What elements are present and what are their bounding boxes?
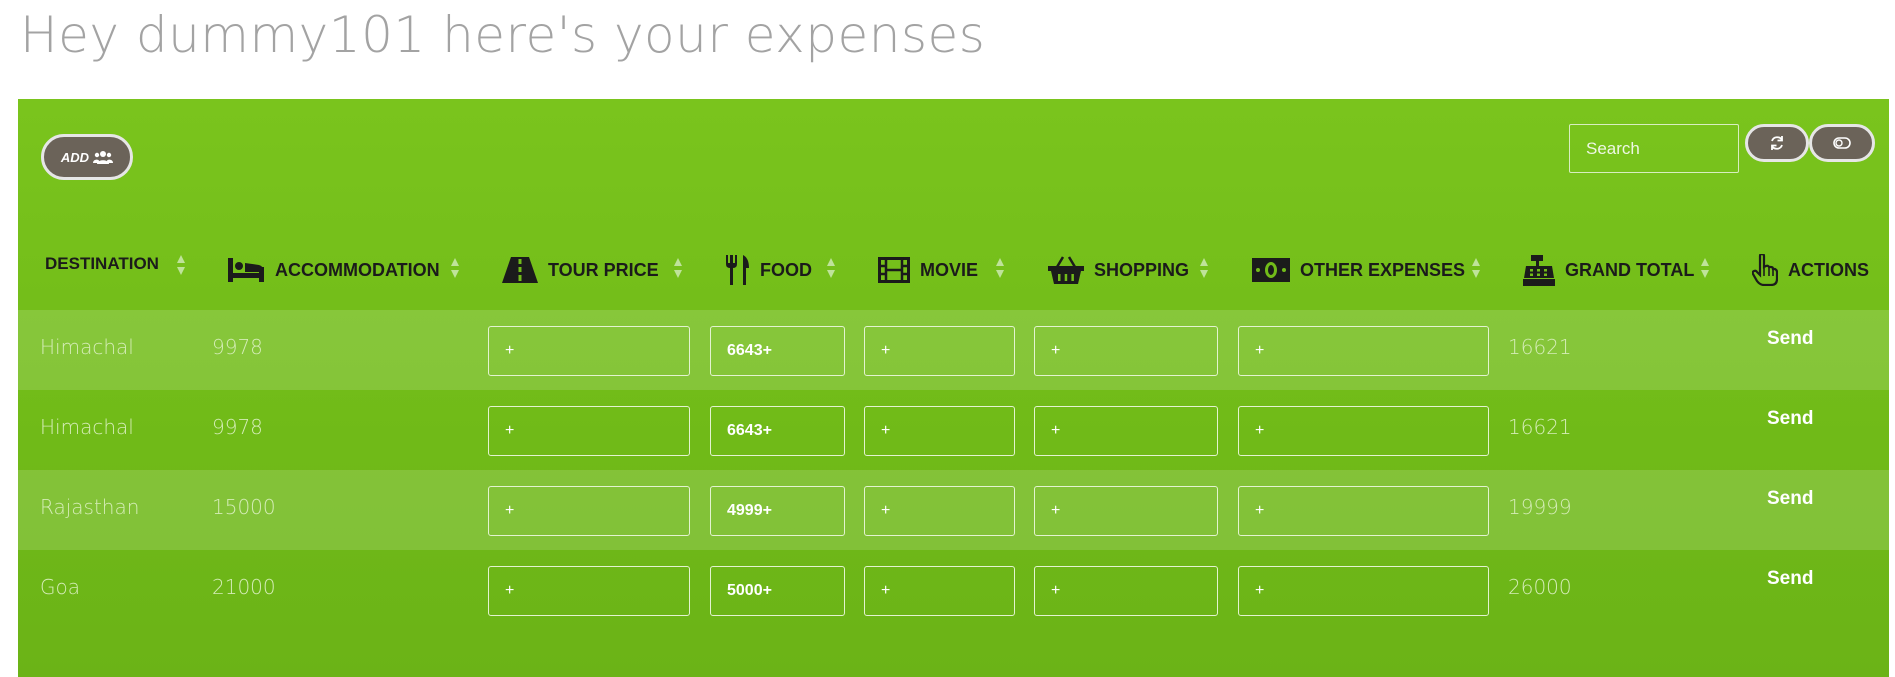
tour-price-input[interactable]: +: [488, 326, 690, 376]
column-header-label: ACCOMMODATION: [275, 259, 440, 280]
column-header-label: OTHER EXPENSES: [1300, 259, 1466, 280]
movie-input[interactable]: +: [864, 486, 1015, 536]
sort-icon[interactable]: [1700, 257, 1710, 279]
food-input[interactable]: 6643+: [710, 326, 845, 376]
cell-destination: Himachal: [40, 415, 134, 439]
column-header-label: ACTIONS: [1788, 259, 1869, 280]
other-expenses-input[interactable]: +: [1238, 486, 1489, 536]
toggle-icon: [1833, 137, 1851, 149]
shopping-input[interactable]: +: [1034, 326, 1218, 376]
refresh-button[interactable]: [1745, 124, 1809, 162]
table-row: Himachal 9978 + 6643+ + + + 16621 Send: [18, 390, 1889, 470]
food-input[interactable]: 4999+: [710, 486, 845, 536]
send-button[interactable]: Send: [1767, 488, 1813, 510]
add-button[interactable]: ADD: [41, 134, 133, 180]
cell-destination: Himachal: [40, 335, 134, 359]
add-button-label: ADD: [60, 149, 90, 165]
users-icon: [93, 151, 114, 164]
cell-destination: Goa: [40, 575, 80, 599]
column-header-movie[interactable]: MOVIE: [878, 249, 978, 291]
cutlery-icon: [726, 255, 749, 285]
column-header-food[interactable]: FOOD: [724, 249, 812, 291]
column-header-label: SHOPPING: [1094, 259, 1190, 280]
table-row: Himachal 9978 + 6643+ + + + 16621 Send: [18, 310, 1889, 390]
toggle-button[interactable]: [1809, 124, 1875, 162]
food-input[interactable]: 5000+: [710, 566, 845, 616]
other-expenses-input[interactable]: +: [1238, 326, 1489, 376]
sort-icon[interactable]: [826, 257, 836, 279]
sort-icon[interactable]: [1471, 257, 1481, 279]
film-icon: [878, 257, 910, 283]
cash-register-icon: [1523, 255, 1555, 286]
cell-grand-total: 16621: [1508, 335, 1572, 359]
cell-accommodation: 21000: [212, 575, 276, 599]
road-icon: [502, 257, 538, 283]
money-icon: [1252, 258, 1290, 282]
movie-input[interactable]: +: [864, 566, 1015, 616]
cell-grand-total: 16621: [1508, 415, 1572, 439]
shopping-input[interactable]: +: [1034, 486, 1218, 536]
send-button[interactable]: Send: [1767, 328, 1813, 350]
sort-icon[interactable]: [176, 254, 186, 276]
other-expenses-input[interactable]: +: [1238, 406, 1489, 456]
movie-input[interactable]: +: [864, 326, 1015, 376]
movie-input[interactable]: +: [864, 406, 1015, 456]
bed-icon: [228, 258, 264, 282]
search-input[interactable]: [1569, 124, 1739, 173]
column-header-label: DESTINATION: [45, 254, 159, 273]
page-title: Hey dummy101 here's your expenses: [20, 6, 986, 64]
column-header-label: FOOD: [760, 259, 812, 280]
column-header-label: TOUR PRICE: [548, 259, 659, 280]
tour-price-input[interactable]: +: [488, 406, 690, 456]
basket-icon: [1048, 256, 1084, 284]
shopping-input[interactable]: +: [1034, 406, 1218, 456]
expenses-panel: ADD DESTINATION ACCOMMODATION: [18, 99, 1889, 677]
hand-pointer-icon: [1752, 254, 1778, 286]
cell-grand-total: 26000: [1508, 575, 1572, 599]
cell-destination: Rajasthan: [40, 495, 140, 519]
sort-icon[interactable]: [673, 257, 683, 279]
cell-accommodation: 15000: [212, 495, 276, 519]
sort-icon[interactable]: [450, 257, 460, 279]
sort-icon[interactable]: [995, 257, 1005, 279]
food-input[interactable]: 6643+: [710, 406, 845, 456]
column-header-label: GRAND TOTAL: [1565, 259, 1695, 280]
send-button[interactable]: Send: [1767, 568, 1813, 590]
shopping-input[interactable]: +: [1034, 566, 1218, 616]
send-button[interactable]: Send: [1767, 408, 1813, 430]
column-header-accommodation[interactable]: ACCOMMODATION: [227, 249, 440, 291]
column-header-shopping[interactable]: SHOPPING: [1048, 249, 1189, 291]
column-header-destination[interactable]: DESTINATION: [45, 243, 159, 285]
table-row: Rajasthan 15000 + 4999+ + + + 19999 Send: [18, 470, 1889, 550]
table-row: Goa 21000 + 5000+ + + + 26000 Send: [18, 550, 1889, 630]
sort-icon[interactable]: [1199, 257, 1209, 279]
tour-price-input[interactable]: +: [488, 486, 690, 536]
cell-accommodation: 9978: [212, 335, 263, 359]
refresh-icon: [1771, 136, 1783, 150]
other-expenses-input[interactable]: +: [1238, 566, 1489, 616]
cell-accommodation: 9978: [212, 415, 263, 439]
column-header-actions: ACTIONS: [1752, 249, 1869, 291]
column-header-other-expenses[interactable]: OTHER EXPENSES: [1252, 249, 1465, 291]
cell-grand-total: 19999: [1508, 495, 1572, 519]
tour-price-input[interactable]: +: [488, 566, 690, 616]
column-header-grand-total[interactable]: GRAND TOTAL: [1523, 249, 1694, 291]
column-header-tour-price[interactable]: TOUR PRICE: [502, 249, 659, 291]
column-header-label: MOVIE: [920, 259, 979, 280]
